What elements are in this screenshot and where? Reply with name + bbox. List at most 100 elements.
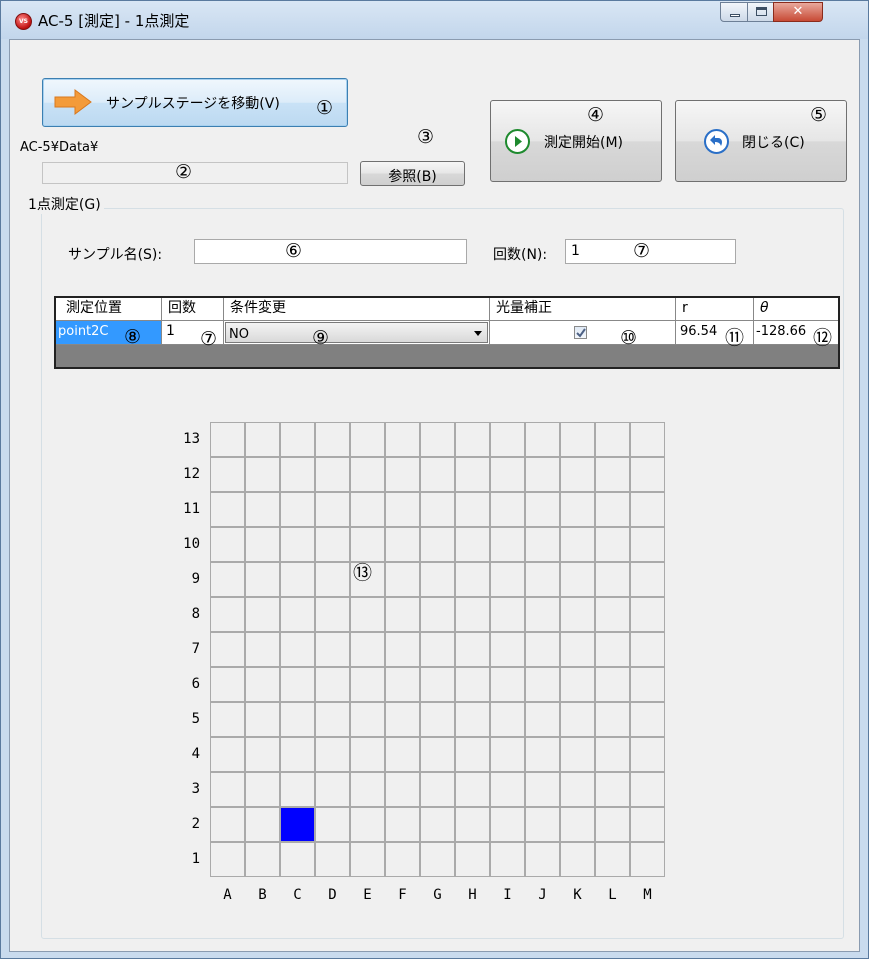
plate-cell[interactable] (595, 422, 630, 457)
plate-cell[interactable] (420, 842, 455, 877)
plate-cell[interactable] (595, 772, 630, 807)
plate-cell[interactable] (315, 842, 350, 877)
plate-cell[interactable] (455, 422, 490, 457)
plate-cell[interactable] (595, 597, 630, 632)
plate-cell[interactable] (455, 807, 490, 842)
plate-cell[interactable] (245, 527, 280, 562)
plate-cell[interactable] (630, 527, 665, 562)
count-input[interactable]: 1 (565, 239, 736, 264)
plate-cell[interactable] (280, 597, 315, 632)
plate-cell[interactable] (280, 667, 315, 702)
path-field[interactable] (42, 162, 348, 184)
plate-cell[interactable] (245, 597, 280, 632)
plate-cell[interactable] (595, 492, 630, 527)
plate-cell[interactable] (630, 597, 665, 632)
plate-cell[interactable] (245, 842, 280, 877)
plate-cell[interactable] (420, 667, 455, 702)
plate-cell[interactable] (350, 527, 385, 562)
plate-cell[interactable] (420, 422, 455, 457)
plate-cell[interactable] (490, 702, 525, 737)
plate-cell[interactable] (210, 632, 245, 667)
cell-light-correction[interactable] (490, 321, 676, 344)
plate-cell[interactable] (315, 807, 350, 842)
plate-cell[interactable] (350, 737, 385, 772)
plate-cell[interactable] (385, 457, 420, 492)
maximize-button[interactable] (747, 2, 774, 22)
plate-cell-selected[interactable] (280, 807, 315, 842)
plate-cell[interactable] (630, 772, 665, 807)
plate-cell[interactable] (385, 422, 420, 457)
plate-cell[interactable] (245, 492, 280, 527)
plate-cell[interactable] (560, 702, 595, 737)
plate-cell[interactable] (630, 562, 665, 597)
plate-cell[interactable] (210, 772, 245, 807)
plate-cell[interactable] (385, 632, 420, 667)
start-measurement-button[interactable]: 測定開始(M) (490, 100, 662, 182)
plate-cell[interactable] (385, 562, 420, 597)
cell-condition[interactable]: NO (224, 321, 490, 344)
plate-cell[interactable] (560, 422, 595, 457)
plate-cell[interactable] (525, 632, 560, 667)
plate-cell[interactable] (420, 702, 455, 737)
plate-cell[interactable] (280, 737, 315, 772)
plate-cell[interactable] (210, 457, 245, 492)
plate-cell[interactable] (525, 562, 560, 597)
condition-dropdown[interactable]: NO (225, 322, 488, 343)
plate-cell[interactable] (525, 527, 560, 562)
plate-cell[interactable] (385, 807, 420, 842)
plate-cell[interactable] (630, 737, 665, 772)
plate-cell[interactable] (210, 527, 245, 562)
plate-cell[interactable] (490, 667, 525, 702)
plate-cell[interactable] (455, 632, 490, 667)
plate-cell[interactable] (350, 422, 385, 457)
plate-cell[interactable] (315, 772, 350, 807)
plate-cell[interactable] (350, 772, 385, 807)
plate-cell[interactable] (420, 772, 455, 807)
plate-cell[interactable] (455, 457, 490, 492)
plate-cell[interactable] (315, 667, 350, 702)
move-stage-button[interactable]: サンプルステージを移動(V) (42, 78, 348, 127)
plate-cell[interactable] (315, 457, 350, 492)
plate-cell[interactable] (315, 632, 350, 667)
plate-cell[interactable] (210, 562, 245, 597)
plate-cell[interactable] (280, 422, 315, 457)
plate-cell[interactable] (245, 667, 280, 702)
plate-cell[interactable] (560, 597, 595, 632)
plate-cell[interactable] (210, 597, 245, 632)
plate-cell[interactable] (210, 807, 245, 842)
plate-cell[interactable] (420, 597, 455, 632)
plate-cell[interactable] (455, 842, 490, 877)
plate-cell[interactable] (595, 842, 630, 877)
plate-cell[interactable] (490, 632, 525, 667)
plate-cell[interactable] (595, 702, 630, 737)
plate-cell[interactable] (280, 632, 315, 667)
plate-cell[interactable] (490, 492, 525, 527)
plate-cell[interactable] (245, 632, 280, 667)
plate-cell[interactable] (315, 597, 350, 632)
plate-cell[interactable] (420, 492, 455, 527)
plate-cell[interactable] (385, 527, 420, 562)
plate-cell[interactable] (420, 807, 455, 842)
plate-cell[interactable] (560, 667, 595, 702)
plate-cell[interactable] (490, 562, 525, 597)
plate-cell[interactable] (595, 457, 630, 492)
plate-cell[interactable] (420, 737, 455, 772)
plate-cell[interactable] (455, 737, 490, 772)
plate-cell[interactable] (245, 702, 280, 737)
plate-cell[interactable] (280, 842, 315, 877)
plate-cell[interactable] (315, 422, 350, 457)
plate-cell[interactable] (245, 422, 280, 457)
plate-cell[interactable] (385, 597, 420, 632)
plate-cell[interactable] (210, 422, 245, 457)
plate-cell[interactable] (630, 422, 665, 457)
sample-name-input[interactable] (194, 239, 467, 264)
plate-cell[interactable] (560, 492, 595, 527)
plate-cell[interactable] (525, 422, 560, 457)
plate-cell[interactable] (210, 492, 245, 527)
light-correction-checkbox[interactable] (574, 326, 587, 339)
plate-cell[interactable] (490, 737, 525, 772)
plate-cell[interactable] (350, 702, 385, 737)
plate-cell[interactable] (280, 527, 315, 562)
plate-cell[interactable] (525, 702, 560, 737)
plate-cell[interactable] (210, 667, 245, 702)
